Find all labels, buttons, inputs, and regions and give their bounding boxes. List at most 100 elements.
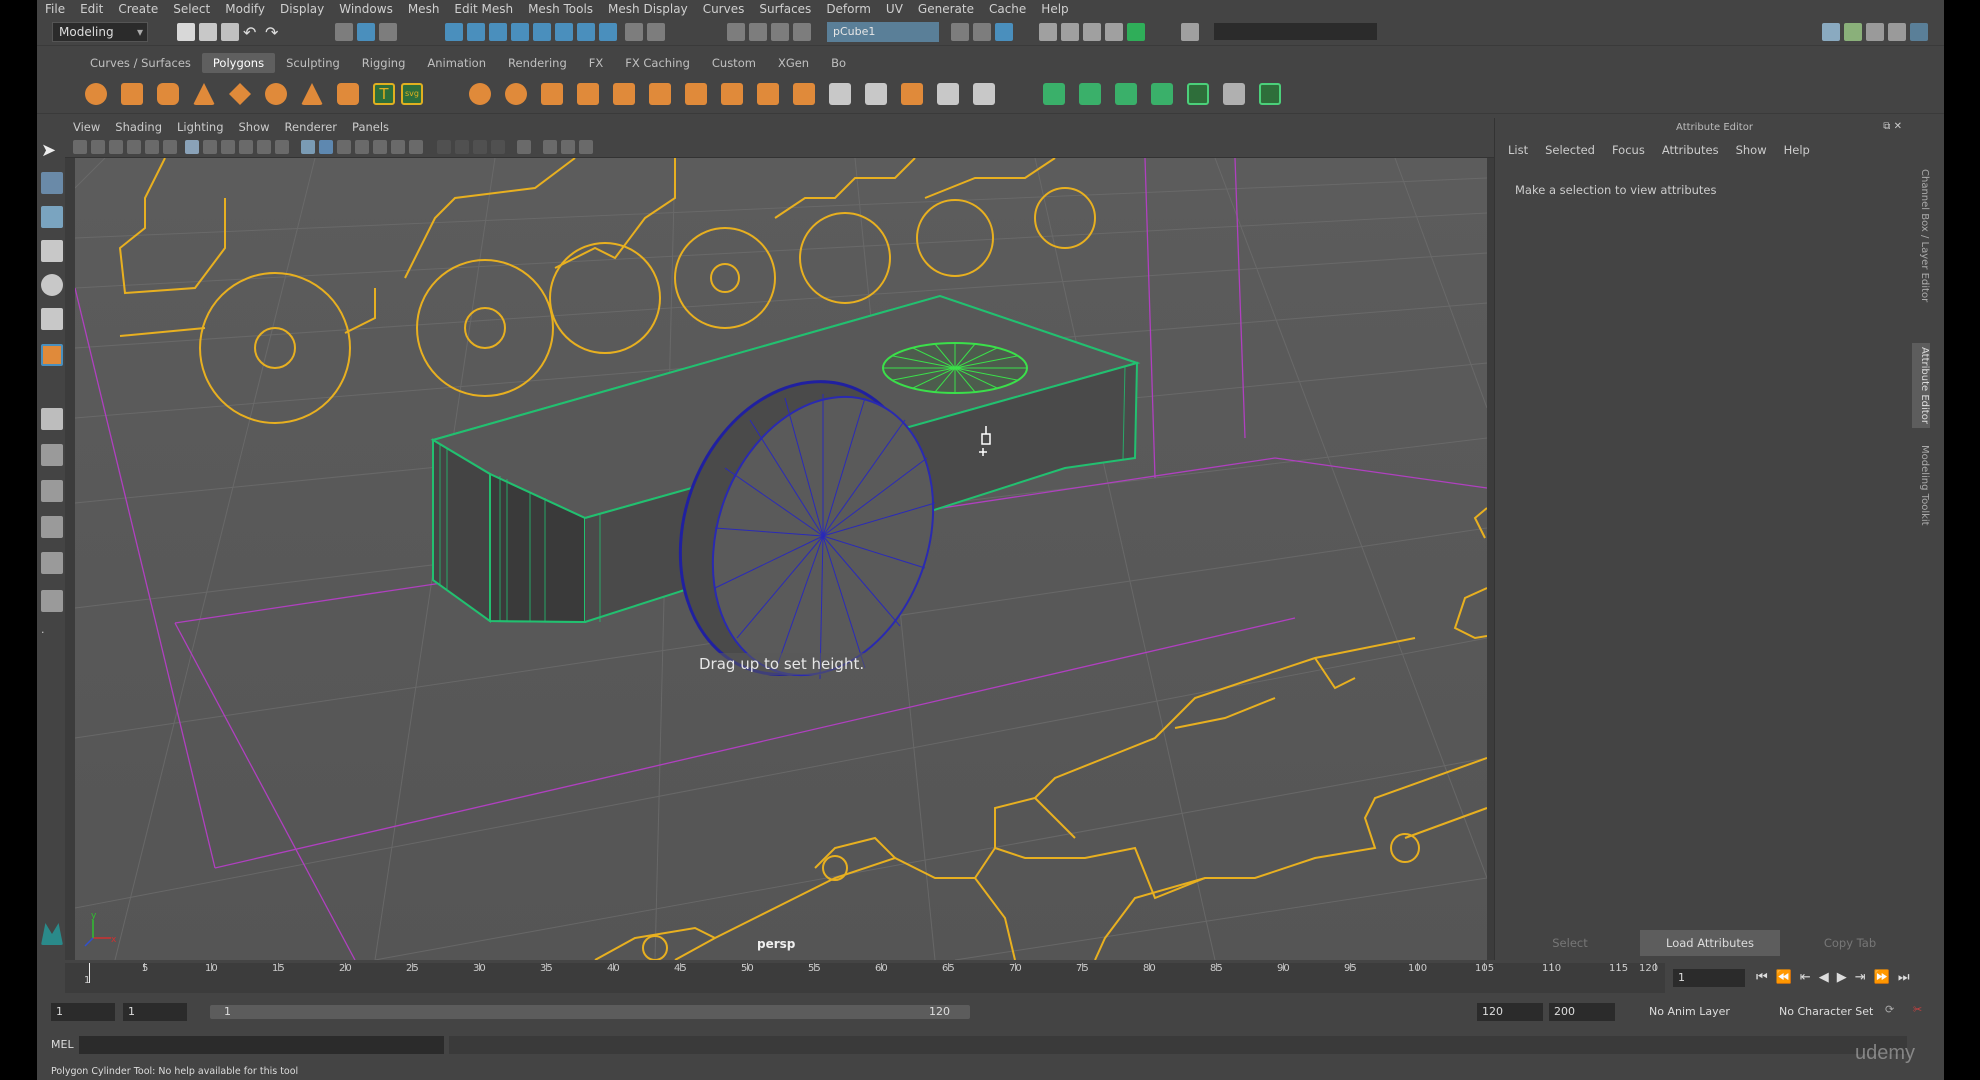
perspective-viewport[interactable]: x y Drag up to set height. persp — [75, 158, 1487, 960]
menu-edit[interactable]: Edit — [80, 2, 103, 16]
bevel-icon[interactable] — [721, 83, 743, 105]
poly-plane-icon[interactable] — [229, 83, 251, 105]
time-slider-track[interactable]: 1 5 10 15 20 25 30 35 40 45 50 55 60 65 … — [65, 963, 1665, 993]
poly-cube-icon[interactable] — [121, 83, 143, 105]
step-forward-key-icon[interactable]: ⏩ — [1874, 970, 1890, 985]
bookmark-icon[interactable] — [109, 140, 123, 154]
mirror-icon[interactable] — [541, 83, 563, 105]
shelf-tab-curves-surfaces[interactable]: Curves / Surfaces — [79, 53, 202, 73]
uv-editor-icon[interactable] — [973, 83, 995, 105]
resolution-gate-icon[interactable] — [221, 140, 235, 154]
persp-outliner-icon[interactable] — [41, 552, 63, 574]
render-frame-icon[interactable] — [973, 23, 991, 41]
safe-action-icon[interactable] — [275, 140, 289, 154]
object-name-field[interactable]: pCube1 — [827, 22, 939, 42]
ambient-occlusion-icon[interactable] — [437, 140, 451, 154]
menu-mesh-display[interactable]: Mesh Display — [608, 2, 688, 16]
play-forward-icon[interactable]: ▶ — [1837, 970, 1847, 985]
insert-edge-loop-icon[interactable] — [865, 83, 887, 105]
tool-settings-icon[interactable] — [1888, 23, 1906, 41]
smooth-shade-icon[interactable] — [319, 140, 333, 154]
menu-mesh[interactable]: Mesh — [408, 2, 440, 16]
ae-menu-selected[interactable]: Selected — [1545, 143, 1595, 157]
menu-mesh-tools[interactable]: Mesh Tools — [528, 2, 593, 16]
antialiasing-icon[interactable] — [473, 140, 487, 154]
cylinder-tool-icon[interactable] — [41, 344, 63, 366]
four-pane-icon[interactable] — [41, 444, 63, 466]
menu-curves[interactable]: Curves — [703, 2, 745, 16]
planar-map-icon[interactable] — [1043, 83, 1065, 105]
tab-channel-box[interactable]: Channel Box / Layer Editor — [1912, 138, 1930, 333]
poly-cone-icon[interactable] — [193, 83, 215, 105]
cylindrical-map-icon[interactable] — [1079, 83, 1101, 105]
new-scene-icon[interactable] — [177, 23, 195, 41]
paint-select-icon[interactable] — [749, 23, 767, 41]
menuset-dropdown[interactable]: Modeling ▾ — [52, 22, 148, 42]
go-to-end-icon[interactable]: ⏭ — [1898, 970, 1910, 985]
step-forward-frame-icon[interactable]: ⇥ — [1855, 970, 1866, 985]
poly-type-icon[interactable]: T — [373, 83, 395, 105]
persp-graph-icon[interactable] — [41, 516, 63, 538]
tab-attribute-editor[interactable]: Attribute Editor — [1912, 343, 1930, 428]
arnold-render-icon[interactable] — [1127, 23, 1145, 41]
camera-icon[interactable] — [73, 140, 87, 154]
extrude-icon[interactable] — [649, 83, 671, 105]
rotate-tool-icon[interactable] — [41, 274, 63, 296]
separate-icon[interactable] — [505, 83, 527, 105]
poly-cylinder-icon[interactable] — [157, 83, 179, 105]
shadows-icon[interactable] — [409, 140, 423, 154]
ae-menu-list[interactable]: List — [1508, 143, 1528, 157]
xray-components-icon[interactable] — [561, 140, 575, 154]
motion-blur-icon[interactable] — [455, 140, 469, 154]
automatic-map-icon[interactable] — [1151, 83, 1173, 105]
select-object-icon[interactable] — [357, 23, 375, 41]
lasso-tool-icon[interactable] — [41, 172, 63, 194]
combine-icon[interactable] — [469, 83, 491, 105]
anim-prefs-icon[interactable]: ✂ — [1913, 1003, 1922, 1016]
scale-tool-icon[interactable] — [41, 308, 63, 330]
poly-pyramid-icon[interactable] — [301, 83, 323, 105]
redo-icon[interactable]: ↷ — [265, 23, 283, 42]
panel-menu-show[interactable]: Show — [239, 120, 270, 134]
load-attributes-button[interactable]: Load Attributes — [1640, 930, 1780, 956]
grease-pencil-icon[interactable] — [163, 140, 177, 154]
boolean-icon[interactable] — [613, 83, 635, 105]
shelf-tab-polygons[interactable]: Polygons — [201, 53, 276, 73]
command-input[interactable] — [79, 1036, 444, 1054]
bridge-icon[interactable] — [685, 83, 707, 105]
wireframe-on-shaded-icon[interactable] — [355, 140, 369, 154]
auto-key-icon[interactable]: ⟳ — [1885, 1003, 1894, 1016]
append-polygon-icon[interactable] — [901, 83, 923, 105]
symmetry-icon[interactable] — [577, 23, 595, 41]
gamma-icon[interactable] — [579, 140, 593, 154]
depth-of-field-icon[interactable] — [491, 140, 505, 154]
snap-live-icon[interactable] — [533, 23, 551, 41]
step-back-frame-icon[interactable]: ⇤ — [1800, 970, 1811, 985]
copy-tab-button[interactable]: Copy Tab — [1780, 930, 1920, 956]
shelf-tab-bo[interactable]: Bo — [820, 53, 857, 73]
panel-menu-panels[interactable]: Panels — [352, 120, 389, 134]
scene-start-field[interactable]: 1 — [51, 1003, 115, 1021]
menu-cache[interactable]: Cache — [989, 2, 1026, 16]
shelf-tab-sculpting[interactable]: Sculpting — [275, 53, 351, 73]
attribute-editor-icon[interactable] — [1910, 23, 1928, 41]
film-gate-icon[interactable] — [203, 140, 217, 154]
unfold-icon[interactable] — [1259, 83, 1281, 105]
snap-curve-icon[interactable] — [467, 23, 485, 41]
query-icon[interactable] — [599, 23, 617, 41]
two-d-pan-icon[interactable] — [145, 140, 159, 154]
snap-vertex-icon[interactable] — [555, 23, 573, 41]
shelf-tab-fx[interactable]: FX — [578, 53, 615, 73]
poly-sphere-icon[interactable] — [85, 83, 107, 105]
light-editor-icon[interactable] — [1105, 23, 1123, 41]
smooth-icon[interactable] — [577, 83, 599, 105]
snap-grid-icon[interactable] — [445, 23, 463, 41]
lights-icon[interactable] — [391, 140, 405, 154]
single-pane-icon[interactable] — [41, 408, 63, 430]
ae-menu-attributes[interactable]: Attributes — [1662, 143, 1719, 157]
construction-history-icon[interactable] — [793, 23, 811, 41]
shelf-tab-custom[interactable]: Custom — [701, 53, 767, 73]
ae-select-button[interactable]: Select — [1500, 930, 1640, 956]
menu-uv[interactable]: UV — [886, 2, 903, 16]
history-icon[interactable] — [647, 23, 665, 41]
